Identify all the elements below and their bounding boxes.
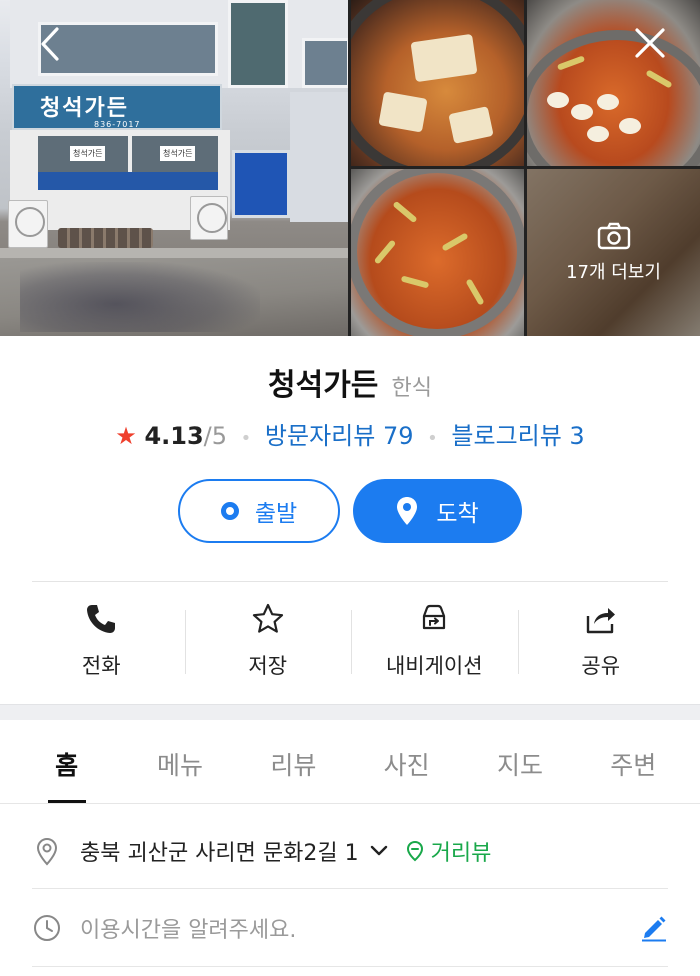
storefront-sign: 청석가든 836-7017 xyxy=(12,84,222,130)
star-outline-icon xyxy=(252,603,283,633)
rating-max: /5 xyxy=(203,422,228,450)
star-icon: ★ xyxy=(115,422,137,450)
address-row[interactable]: 충북 괴산군 사리면 문화2길 1 거리뷰 xyxy=(32,828,668,874)
rating-score: 4.13 xyxy=(144,422,204,450)
visitor-reviews-link[interactable]: 방문자리뷰 79 xyxy=(265,422,414,450)
tab-map[interactable]: 지도 xyxy=(463,722,576,803)
back-button[interactable] xyxy=(30,26,70,66)
divider xyxy=(32,888,668,889)
tab-reviews[interactable]: 리뷰 xyxy=(237,722,350,803)
save-button[interactable]: 저장 xyxy=(184,600,352,682)
depart-label: 출발 xyxy=(254,501,298,527)
tab-photos[interactable]: 사진 xyxy=(350,722,463,803)
hours-placeholder: 이용시간을 알려주세요. xyxy=(80,918,297,943)
arrive-label: 도착 xyxy=(436,501,479,527)
photo-stir-fry[interactable] xyxy=(351,169,524,336)
tab-bar: 홈 메뉴 리뷰 사진 지도 주변 xyxy=(0,722,700,804)
divider xyxy=(32,966,668,967)
air-conditioner xyxy=(8,200,48,248)
pencil-edit-icon[interactable] xyxy=(640,914,668,942)
separator-dot: • xyxy=(427,428,438,449)
car-navigation-icon xyxy=(423,604,446,630)
place-name: 청석가든 xyxy=(268,368,379,403)
share-icon xyxy=(586,608,615,634)
rating-row: ★ 4.13/5 • 방문자리뷰 79 • 블로그리뷰 3 xyxy=(0,416,700,451)
chevron-left-icon xyxy=(41,27,59,61)
divider xyxy=(32,581,668,582)
tab-menu[interactable]: 메뉴 xyxy=(123,722,236,803)
phone-icon xyxy=(87,605,116,633)
more-photos-overlay[interactable]: 17개 더보기 xyxy=(527,169,700,336)
tree-shadow xyxy=(20,262,260,332)
tab-nearby[interactable]: 주변 xyxy=(577,722,690,803)
camera-icon xyxy=(597,222,630,249)
separator-dot: • xyxy=(240,428,252,449)
photo-gallery: 청석가든 836-7017 청석가든 청석가든 17개 더보기 xyxy=(0,0,700,336)
photo-more[interactable]: 17개 더보기 xyxy=(527,169,700,336)
photo-stir-fry-pan[interactable] xyxy=(527,0,700,166)
street-view-pin-icon xyxy=(406,840,423,862)
location-pin-outline-icon xyxy=(36,837,58,866)
more-photos-label: 17개 더보기 xyxy=(566,261,661,283)
section-separator xyxy=(0,704,700,720)
call-button[interactable]: 전화 xyxy=(18,600,185,682)
close-button[interactable] xyxy=(630,26,670,66)
place-title-row: 청석가든 한식 xyxy=(0,360,700,404)
place-category: 한식 xyxy=(391,376,432,401)
close-icon xyxy=(635,28,665,58)
photo-stew[interactable] xyxy=(351,0,524,166)
air-conditioner xyxy=(190,196,228,240)
address-text: 충북 괴산군 사리면 문화2길 1 xyxy=(80,841,359,866)
street-view-link[interactable]: 거리뷰 xyxy=(405,835,491,867)
hours-row[interactable]: 이용시간을 알려주세요. xyxy=(32,906,668,950)
arrive-button[interactable]: 도착 xyxy=(353,479,522,543)
share-button[interactable]: 공유 xyxy=(517,600,685,682)
origin-dot-icon xyxy=(220,502,239,520)
clock-icon xyxy=(34,915,60,941)
action-bar: 전화 저장 내비게이션 공유 xyxy=(18,600,684,682)
depart-button[interactable]: 출발 xyxy=(178,479,340,543)
tab-home[interactable]: 홈 xyxy=(10,722,123,803)
location-pin-icon xyxy=(397,497,418,525)
flower-pots xyxy=(58,228,153,248)
chevron-down-icon[interactable] xyxy=(369,841,389,861)
blog-reviews-link[interactable]: 블로그리뷰 3 xyxy=(451,422,584,450)
navigation-button[interactable]: 내비게이션 xyxy=(351,600,518,682)
